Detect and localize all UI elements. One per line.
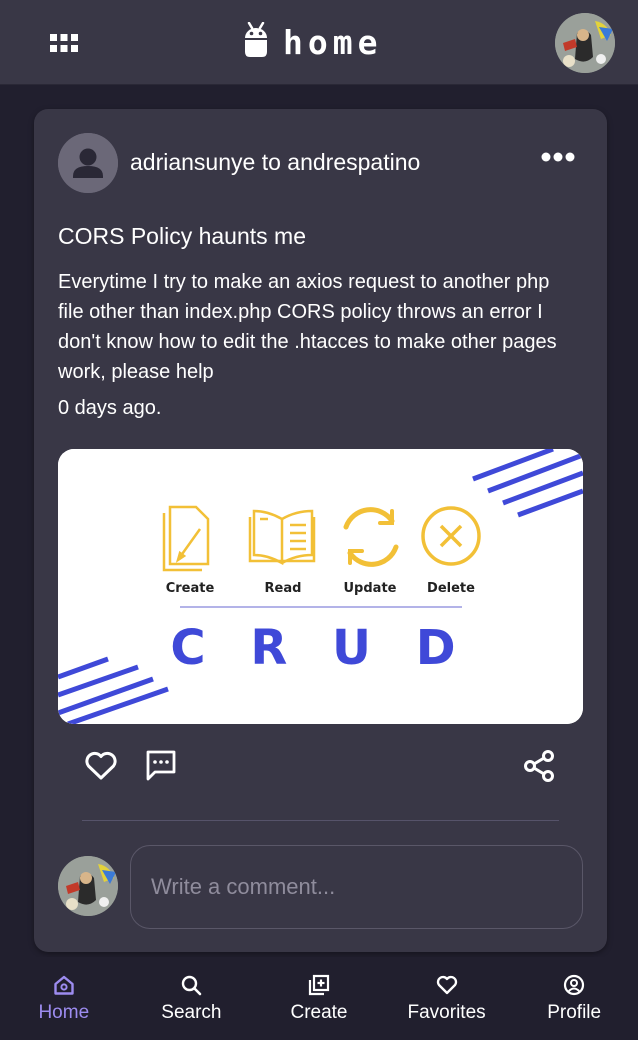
home-icon [53,973,75,997]
page-title: home [283,22,383,62]
brand: home [243,21,383,63]
top-bar: home [0,0,638,85]
nav-search[interactable]: Search [128,957,256,1040]
user-avatar[interactable] [555,13,615,73]
add-square-icon [308,973,330,997]
android-icon [243,21,269,63]
divider [82,820,559,821]
nav-create-label: Create [290,1002,348,1023]
crud-label-read: Read [265,581,302,596]
post-author-line: adriansunye to andrespatino [130,149,420,176]
comment-bubble-icon[interactable] [145,749,177,781]
nav-home-label: Home [38,1002,90,1023]
crud-title: C R U D [170,620,469,676]
author-avatar[interactable] [58,133,118,193]
commenter-avatar [58,856,118,916]
heart-icon [436,973,458,997]
nav-search-label: Search [161,1002,222,1023]
post-card: adriansunye to andrespatino CORS Policy … [34,109,607,952]
comment-input[interactable] [130,845,583,929]
post-timestamp: 0 days ago. [58,397,162,419]
profile-icon [563,973,585,997]
bottom-navigation: Home Search Create Favorites Profile [0,957,638,1040]
nav-profile-label: Profile [547,1002,602,1023]
like-heart-icon[interactable] [84,751,118,781]
author-connector: to [261,149,281,175]
more-options-icon[interactable] [540,149,576,165]
nav-profile[interactable]: Profile [510,957,638,1040]
nav-create[interactable]: Create [255,957,383,1040]
recipient-name[interactable]: andrespatino [287,149,420,175]
crud-label-update: Update [344,581,397,596]
post-image[interactable]: Create Read Update Delete C R U D [58,449,583,724]
crud-label-delete: Delete [427,581,475,596]
nav-favorites[interactable]: Favorites [383,957,511,1040]
post-title: CORS Policy haunts me [58,223,306,249]
grid-menu-icon[interactable] [50,34,78,52]
nav-favorites-label: Favorites [407,1002,486,1023]
search-icon [180,973,202,997]
crud-label-create: Create [166,581,215,596]
nav-home[interactable]: Home [0,957,128,1040]
share-icon[interactable] [524,750,554,782]
post-body: Everytime I try to make an axios request… [58,271,557,383]
author-name[interactable]: adriansunye [130,149,255,175]
